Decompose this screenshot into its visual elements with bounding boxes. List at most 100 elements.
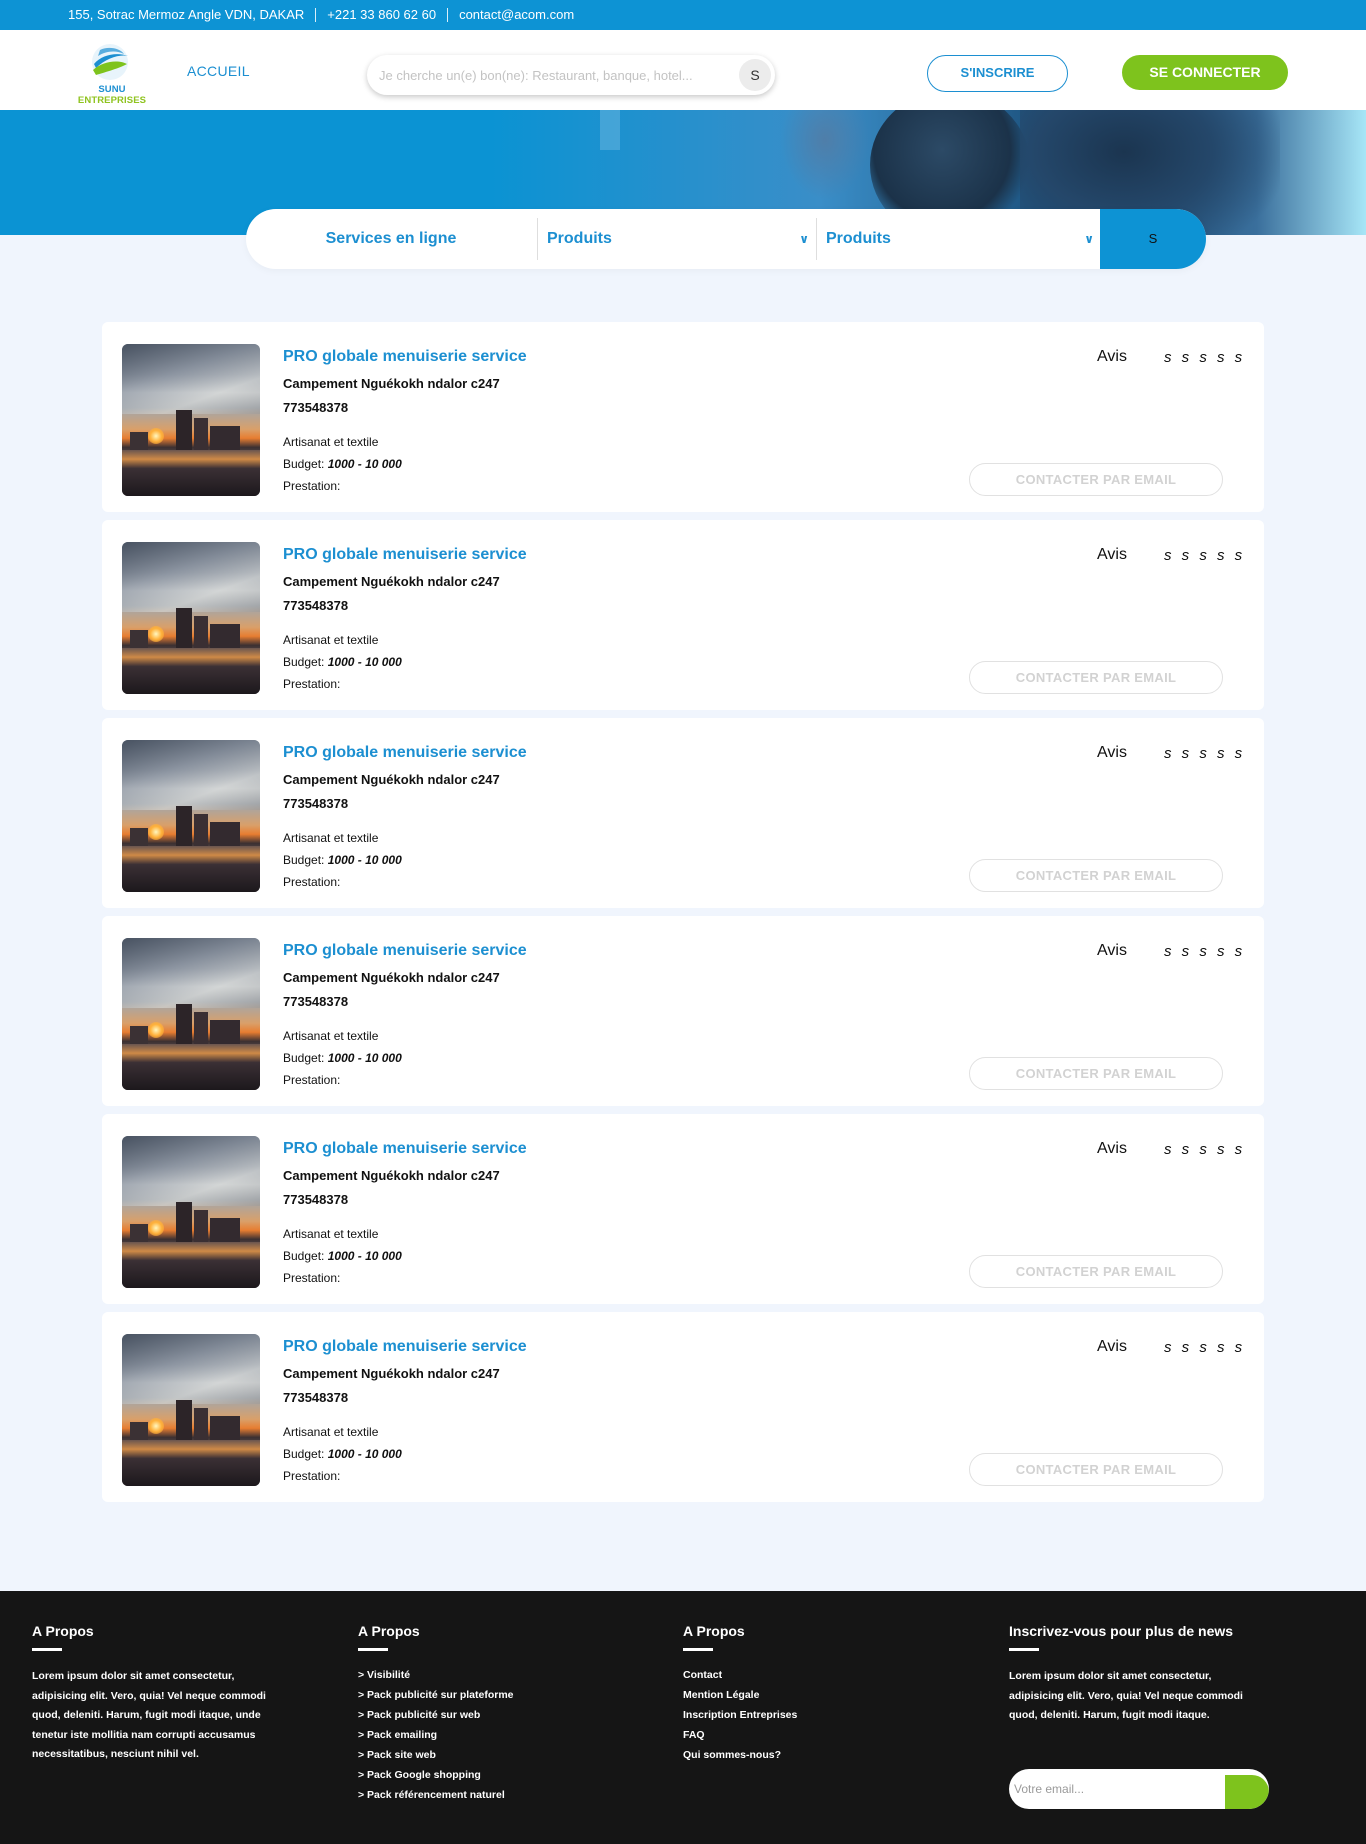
footer-link[interactable]: Mention Légale [683, 1685, 797, 1705]
footer-link[interactable]: > Pack site web [358, 1745, 514, 1765]
listing-category: Artisanat et textile [283, 1029, 379, 1043]
rating-stars[interactable]: s s s s s [1164, 943, 1245, 960]
contact-email-button[interactable]: CONTACTER PAR EMAIL [969, 661, 1223, 694]
nav-home-link[interactable]: ACCUEIL [187, 63, 250, 79]
contact-email-button[interactable]: CONTACTER PAR EMAIL [969, 1453, 1223, 1486]
listing-title[interactable]: PRO globale menuiserie service [283, 744, 527, 762]
listing-budget: Budget: 1000 - 10 000 [283, 457, 402, 471]
site-header: SUNU ENTREPRISES ACCUEIL S S'INSCRIRE SE… [0, 30, 1366, 110]
footer-pack-links: > Visibilité > Pack publicité sur platefo… [358, 1665, 514, 1805]
listing-budget: Budget: 1000 - 10 000 [283, 1249, 402, 1263]
rating-stars[interactable]: s s s s s [1164, 1141, 1245, 1158]
listing-prestation: Prestation: [283, 677, 341, 691]
search-button[interactable]: S [739, 59, 771, 91]
products-select-value: Produits [547, 230, 612, 247]
divider [447, 7, 449, 22]
contact-email-button[interactable]: CONTACTER PAR EMAIL [969, 463, 1223, 496]
footer-info: A Propos Contact Mention Légale Inscriptio… [683, 1623, 797, 1765]
footer-link[interactable]: > Pack Google shopping [358, 1765, 514, 1785]
login-button[interactable]: SE CONNECTER [1122, 55, 1288, 90]
listing-title[interactable]: PRO globale menuiserie service [283, 1338, 527, 1356]
footer-link[interactable]: Inscription Entreprises [683, 1705, 797, 1725]
newsletter-text: Lorem ipsum dolor sit amet consectetur, … [1009, 1670, 1243, 1721]
listing-title[interactable]: PRO globale menuiserie service [283, 546, 527, 564]
footer-heading: A Propos [32, 1623, 94, 1639]
footer-link[interactable]: Qui sommes-nous? [683, 1745, 797, 1765]
listing-category: Artisanat et textile [283, 1425, 379, 1439]
rating-stars[interactable]: s s s s s [1164, 547, 1245, 564]
listing-prestation: Prestation: [283, 1073, 341, 1087]
footer-link[interactable]: > Pack référencement naturel [358, 1785, 514, 1805]
rating-stars[interactable]: s s s s s [1164, 349, 1245, 366]
products-select-2[interactable]: Produits ∨ [816, 218, 1100, 260]
listing-avis-label: Avis [1097, 546, 1127, 563]
listing-avis-label: Avis [1097, 1140, 1127, 1157]
listing-card: PRO globale menuiserie service Campement… [102, 718, 1264, 908]
listing-thumbnail[interactable] [122, 1136, 260, 1288]
listing-thumbnail[interactable] [122, 938, 260, 1090]
listing-thumbnail[interactable] [122, 1334, 260, 1486]
footer-heading-underline [358, 1648, 388, 1651]
contact-email-button[interactable]: CONTACTER PAR EMAIL [969, 859, 1223, 892]
filter-search-button[interactable]: S [1100, 209, 1206, 269]
rating-stars[interactable]: s s s s s [1164, 745, 1245, 762]
listing-avis-label: Avis [1097, 744, 1127, 761]
contact-email-button[interactable]: CONTACTER PAR EMAIL [969, 1057, 1223, 1090]
contact-info: 155, Sotrac Mermoz Angle VDN, DAKAR +221… [68, 7, 574, 22]
logo-globe-icon [92, 44, 128, 80]
newsletter-email-input[interactable] [1014, 1779, 1224, 1799]
listing-budget: Budget: 1000 - 10 000 [283, 655, 402, 669]
top-info-bar: 155, Sotrac Mermoz Angle VDN, DAKAR +221… [0, 0, 1366, 30]
footer-heading: A Propos [358, 1623, 420, 1639]
contact-email-button[interactable]: CONTACTER PAR EMAIL [969, 1255, 1223, 1288]
listing-prestation: Prestation: [283, 1271, 341, 1285]
listing-address: Campement Nguékokh ndalor c247 [283, 376, 500, 391]
listing-title[interactable]: PRO globale menuiserie service [283, 348, 527, 366]
footer-link[interactable]: > Pack emailing [358, 1725, 514, 1745]
listing-card: PRO globale menuiserie service Campement… [102, 322, 1264, 512]
listing-phone: 773548378 [283, 1192, 349, 1207]
listing-prestation: Prestation: [283, 875, 341, 889]
listing-thumbnail[interactable] [122, 740, 260, 892]
listing-avis-label: Avis [1097, 348, 1127, 365]
listing-address: Campement Nguékokh ndalor c247 [283, 1168, 500, 1183]
filter-bar: Services en ligne Produits ∨ Produits ∨ … [246, 209, 1206, 269]
listing-address: Campement Nguékokh ndalor c247 [283, 1366, 500, 1381]
listing-title[interactable]: PRO globale menuiserie service [283, 1140, 527, 1158]
listing-phone: 773548378 [283, 400, 349, 415]
listing-address: Campement Nguékokh ndalor c247 [283, 772, 500, 787]
email-link[interactable]: contact@acom.com [459, 7, 574, 22]
search-bar: S [367, 55, 775, 95]
footer-link[interactable]: > Pack publicité sur plateforme [358, 1685, 514, 1705]
address-text: 155, Sotrac Mermoz Angle VDN, DAKAR [68, 7, 305, 22]
tab-services-en-ligne[interactable]: Services en ligne [246, 209, 536, 269]
listing-list: PRO globale menuiserie service Campement… [102, 322, 1264, 1510]
listing-budget: Budget: 1000 - 10 000 [283, 853, 402, 867]
footer-heading-underline [1009, 1648, 1039, 1651]
newsletter-submit-button[interactable] [1225, 1775, 1269, 1809]
signup-button[interactable]: S'INSCRIRE [927, 55, 1068, 92]
footer-link[interactable]: > Visibilité [358, 1665, 514, 1685]
listing-category: Artisanat et textile [283, 831, 379, 845]
logo[interactable]: SUNU ENTREPRISES [64, 42, 160, 106]
listing-title[interactable]: PRO globale menuiserie service [283, 942, 527, 960]
footer-link[interactable]: > Pack publicité sur web [358, 1705, 514, 1725]
listing-address: Campement Nguékokh ndalor c247 [283, 970, 500, 985]
footer-packs: A Propos > Visibilité > Pack publicité su… [358, 1623, 514, 1805]
footer-link[interactable]: FAQ [683, 1725, 797, 1745]
listing-thumbnail[interactable] [122, 542, 260, 694]
listing-budget: Budget: 1000 - 10 000 [283, 1051, 402, 1065]
listing-phone: 773548378 [283, 1390, 349, 1405]
listing-card: PRO globale menuiserie service Campement… [102, 520, 1264, 710]
listing-phone: 773548378 [283, 994, 349, 1009]
products-select[interactable]: Produits ∨ [537, 218, 815, 260]
listing-card: PRO globale menuiserie service Campement… [102, 916, 1264, 1106]
footer-about: A Propos Lorem ipsum dolor sit amet cons… [32, 1623, 287, 1765]
rating-stars[interactable]: s s s s s [1164, 1339, 1245, 1356]
footer-newsletter: Inscrivez-vous pour plus de news Lorem i… [1009, 1623, 1269, 1809]
footer-link[interactable]: Contact [683, 1665, 797, 1685]
listing-thumbnail[interactable] [122, 344, 260, 496]
listing-avis-label: Avis [1097, 942, 1127, 959]
listing-category: Artisanat et textile [283, 435, 379, 449]
search-input[interactable] [379, 65, 719, 85]
